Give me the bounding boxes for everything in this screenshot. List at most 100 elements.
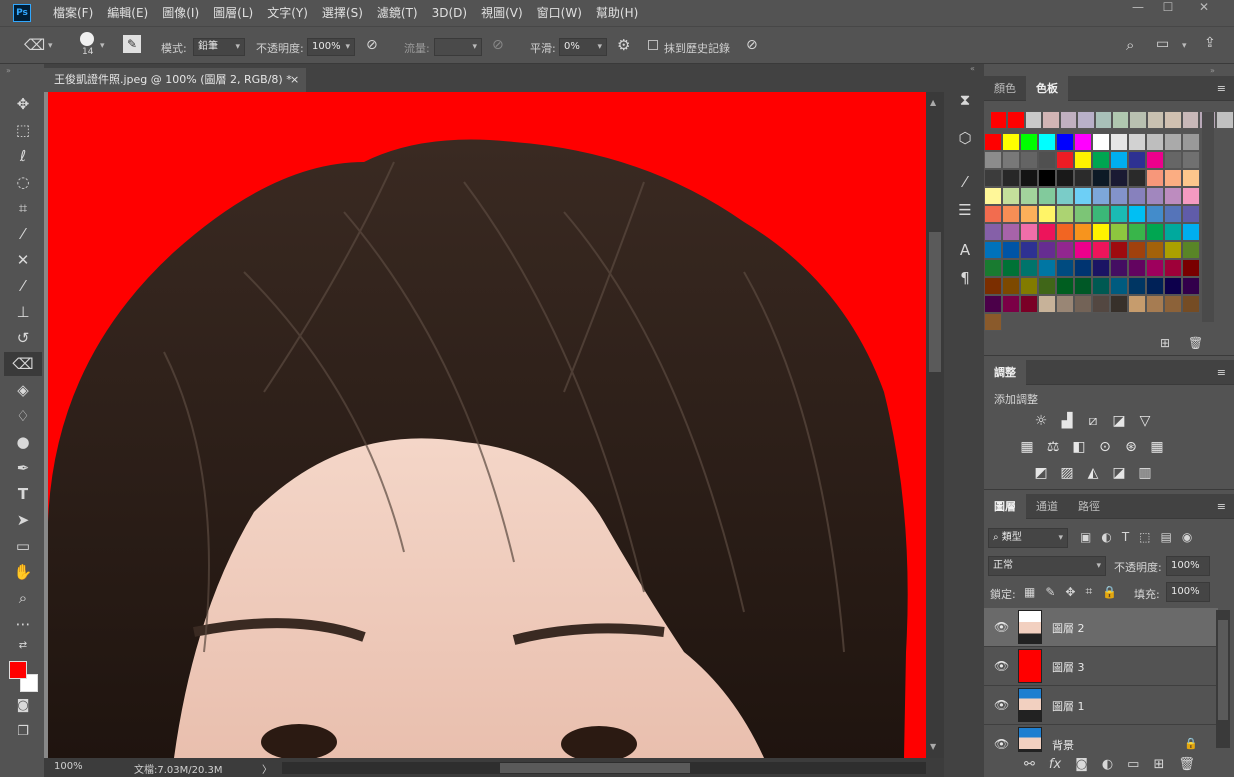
swatch[interactable] <box>984 259 1002 277</box>
eyedropper-tool-icon[interactable]: ⁄ <box>4 222 42 246</box>
menu-item[interactable]: 圖像(I) <box>155 0 206 26</box>
toolbar-collapse-icon[interactable]: » <box>6 66 11 75</box>
layer-row[interactable]: 👁 圖層 2 <box>984 608 1218 647</box>
swatch[interactable] <box>1164 277 1182 295</box>
smoothing-input[interactable]: 0% ▾ <box>559 38 607 56</box>
swatch[interactable] <box>1038 277 1056 295</box>
filter-toggle-icon[interactable]: ◉ <box>1182 530 1192 544</box>
layers-scroll-thumb[interactable] <box>1218 620 1228 720</box>
recent-swatch[interactable] <box>990 111 1008 129</box>
dodge-tool-icon[interactable]: ● <box>4 430 42 454</box>
swatch[interactable] <box>1146 223 1164 241</box>
swatch[interactable] <box>1110 259 1128 277</box>
brush-picker-chevron-icon[interactable]: ▾ <box>100 41 105 51</box>
add-mask-icon[interactable]: ◙ <box>1075 757 1088 772</box>
link-layers-icon[interactable]: ⚯ <box>1024 757 1035 772</box>
healing-tool-icon[interactable]: ✕ <box>4 248 42 272</box>
airbrush-icon[interactable]: ⊘ <box>492 37 504 53</box>
swatch[interactable] <box>1074 223 1092 241</box>
menu-item[interactable]: 檔案(F) <box>46 0 100 26</box>
pen-tool-icon[interactable]: ✒ <box>4 456 42 480</box>
swatch[interactable] <box>1110 295 1128 313</box>
menu-item[interactable]: 窗口(W) <box>530 0 589 26</box>
menu-item[interactable]: 視圖(V) <box>474 0 530 26</box>
brush-tool-icon[interactable]: ⁄ <box>4 274 42 298</box>
visibility-eye-icon[interactable]: 👁 <box>994 620 1010 634</box>
black-white-icon[interactable]: ◧ <box>1070 439 1088 455</box>
swatch[interactable] <box>1056 295 1074 313</box>
canvas-horizontal-scrollbar[interactable] <box>282 762 926 774</box>
swatch[interactable] <box>1002 277 1020 295</box>
swatch[interactable] <box>1128 151 1146 169</box>
swatch[interactable] <box>1164 259 1182 277</box>
path-select-tool-icon[interactable]: ➤ <box>4 508 42 532</box>
tab-swatches[interactable]: 色板 <box>1026 75 1068 101</box>
blend-mode-select[interactable]: 正常 ▾ <box>988 556 1106 576</box>
menu-item[interactable]: 濾鏡(T) <box>370 0 425 26</box>
threshold-icon[interactable]: ◭ <box>1084 465 1102 481</box>
swatch[interactable] <box>1110 151 1128 169</box>
recent-swatch[interactable] <box>1007 111 1025 129</box>
brush-panel-icon[interactable]: ⁄ <box>952 170 978 194</box>
swatch[interactable] <box>1146 151 1164 169</box>
swatch[interactable] <box>1002 205 1020 223</box>
vibrance-icon[interactable]: ▽ <box>1136 413 1154 429</box>
swatch[interactable] <box>1020 259 1038 277</box>
recent-swatch[interactable] <box>1129 111 1147 129</box>
swatch[interactable] <box>1002 259 1020 277</box>
swatch[interactable] <box>1110 187 1128 205</box>
swatch[interactable] <box>1146 133 1164 151</box>
lock-artboard-icon[interactable]: ⌗ <box>1085 584 1092 599</box>
swatch[interactable] <box>1020 241 1038 259</box>
swatch[interactable] <box>1110 133 1128 151</box>
swatch-scrollbar[interactable] <box>1202 112 1214 322</box>
layer-name[interactable]: 圖層 1 <box>1052 698 1085 714</box>
new-group-icon[interactable]: ▭ <box>1127 757 1139 772</box>
swatch[interactable] <box>1164 295 1182 313</box>
rectangle-tool-icon[interactable]: ▭ <box>4 534 42 558</box>
swatch[interactable] <box>1110 241 1128 259</box>
lock-all-icon[interactable]: 🔒 <box>1102 585 1117 599</box>
filter-smart-object-icon[interactable]: ▤ <box>1161 530 1172 544</box>
swatch[interactable] <box>984 223 1002 241</box>
recent-swatch[interactable] <box>1164 111 1182 129</box>
swatch[interactable] <box>1182 169 1200 187</box>
swatch[interactable] <box>1020 169 1038 187</box>
hand-tool-icon[interactable]: ✋ <box>4 560 42 584</box>
selective-color-icon[interactable]: ◪ <box>1110 465 1128 481</box>
tab-channels[interactable]: 通道 <box>1026 494 1068 519</box>
swatch[interactable] <box>1146 259 1164 277</box>
swatch[interactable] <box>984 187 1002 205</box>
layer-opacity-input[interactable]: 100% <box>1166 556 1210 576</box>
brush-preview-icon[interactable] <box>80 32 94 46</box>
swatch[interactable] <box>1110 205 1128 223</box>
visibility-eye-icon[interactable]: 👁 <box>994 659 1010 673</box>
layer-name[interactable]: 圖層 2 <box>1052 620 1085 636</box>
pressure-size-icon[interactable]: ⊘ <box>746 37 758 53</box>
swatch[interactable] <box>1182 151 1200 169</box>
filter-shape-icon[interactable]: ⬚ <box>1139 530 1150 544</box>
marquee-tool-icon[interactable]: ⬚ <box>4 118 42 142</box>
menu-item[interactable]: 選擇(S) <box>315 0 370 26</box>
swatch[interactable] <box>1128 205 1146 223</box>
swatch[interactable] <box>1002 133 1020 151</box>
swatch[interactable] <box>1164 241 1182 259</box>
visibility-eye-icon[interactable]: 👁 <box>994 698 1010 712</box>
fx-icon[interactable]: fx <box>1049 757 1061 772</box>
swatch[interactable] <box>1038 151 1056 169</box>
swatch[interactable] <box>1038 241 1056 259</box>
swatch[interactable] <box>1056 277 1074 295</box>
swatch[interactable] <box>1164 133 1182 151</box>
swatch[interactable] <box>1128 223 1146 241</box>
swatch[interactable] <box>1110 277 1128 295</box>
swatch[interactable] <box>1146 241 1164 259</box>
history-brush-tool-icon[interactable]: ↺ <box>4 326 42 350</box>
swatch[interactable] <box>1002 187 1020 205</box>
move-tool-icon[interactable]: ✥ <box>4 92 42 116</box>
canvas-vertical-scrollbar[interactable]: ▲ ▼ <box>926 92 944 758</box>
swatch[interactable] <box>1128 187 1146 205</box>
scroll-up-icon[interactable]: ▲ <box>930 98 936 107</box>
recent-swatch[interactable] <box>1059 111 1078 129</box>
recent-swatch[interactable] <box>1111 111 1130 129</box>
swatch[interactable] <box>1182 259 1200 277</box>
